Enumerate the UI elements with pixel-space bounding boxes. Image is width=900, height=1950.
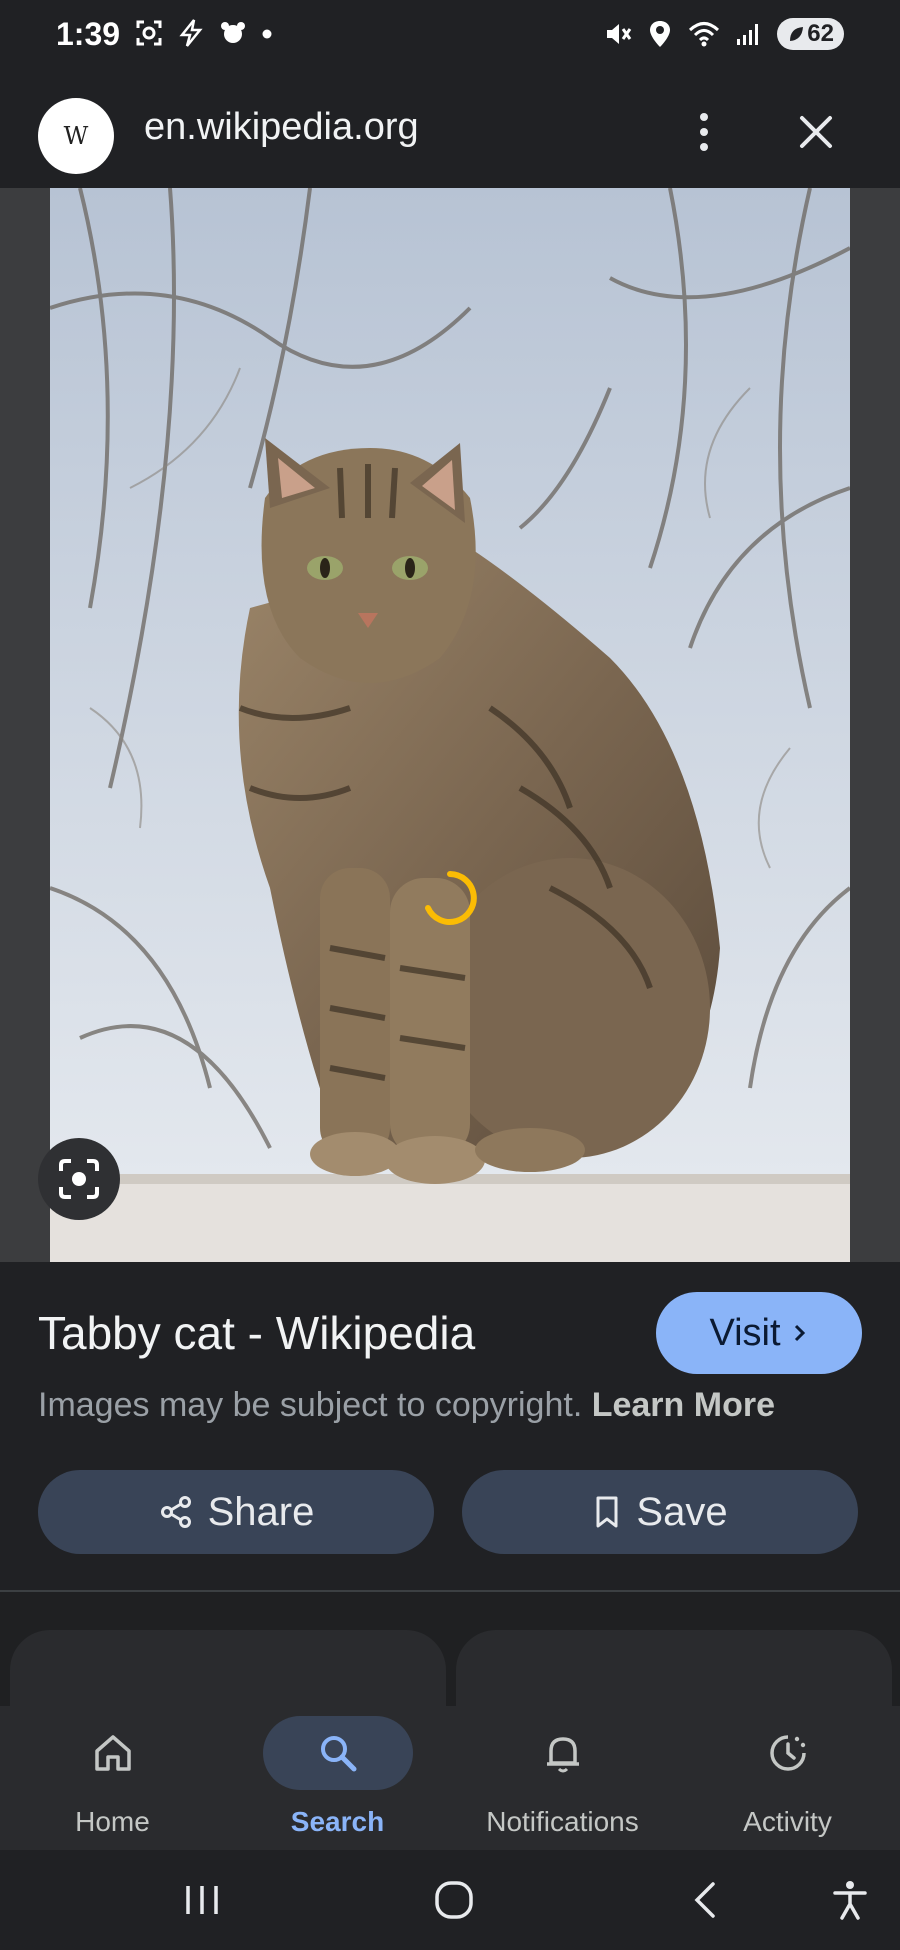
flash-icon xyxy=(179,19,203,47)
battery-indicator: 62 xyxy=(777,18,844,50)
recent-apps-icon xyxy=(186,1886,218,1914)
save-button[interactable]: Save xyxy=(462,1470,858,1554)
nav-activity-label: Activity xyxy=(743,1806,832,1837)
status-bar: 1:39 62 xyxy=(0,0,900,72)
bell-icon xyxy=(546,1737,579,1773)
visit-label: Visit xyxy=(709,1311,781,1354)
recent-apps-button[interactable] xyxy=(172,1870,232,1930)
lens-icon xyxy=(59,1159,99,1199)
related-card[interactable] xyxy=(456,1630,892,1710)
copyright-text: Images may be subject to copyright. xyxy=(38,1386,583,1424)
more-dot-icon xyxy=(700,143,708,151)
nav-notifications-label: Notifications xyxy=(486,1806,639,1837)
nav-activity[interactable]: Activity xyxy=(675,1706,900,1850)
nav-home-label: Home xyxy=(75,1806,150,1837)
status-time: 1:39 xyxy=(56,16,121,52)
image-preview-area[interactable] xyxy=(0,188,900,1262)
visit-button[interactable]: Visit xyxy=(656,1292,862,1374)
nav-search[interactable]: Search xyxy=(225,1706,450,1850)
more-dot-icon xyxy=(700,128,708,136)
learn-more-link[interactable]: Learn More xyxy=(592,1386,775,1424)
viewer-header: W en.wikipedia.org xyxy=(0,72,900,188)
result-info-panel: Tabby cat - Wikipedia Visit Images may b… xyxy=(0,1262,900,1592)
share-icon xyxy=(160,1496,191,1528)
system-navigation-bar xyxy=(0,1850,900,1950)
home-circle-icon xyxy=(435,1881,473,1919)
site-logo[interactable]: W xyxy=(38,98,114,174)
loading-spinner-icon xyxy=(425,871,477,925)
more-dot-icon xyxy=(700,113,708,121)
nav-notifications-icon-container xyxy=(488,1716,638,1790)
image-preview[interactable] xyxy=(50,188,850,1262)
screenshot-icon xyxy=(136,20,162,46)
nav-search-label: Search xyxy=(290,1806,385,1837)
copyright-notice: Images may be subject to copyright. Lear… xyxy=(38,1386,775,1425)
app-notification-icon xyxy=(221,22,245,43)
site-url[interactable]: en.wikipedia.org xyxy=(144,106,419,149)
divider xyxy=(0,1590,900,1592)
status-notification-icons xyxy=(134,18,274,48)
signal-icon xyxy=(737,24,759,45)
nav-search-icon-container xyxy=(262,1716,413,1790)
wifi-icon xyxy=(689,22,720,47)
mute-icon xyxy=(607,24,632,44)
related-card[interactable] xyxy=(10,1630,446,1710)
nav-home-icon-container xyxy=(38,1716,188,1790)
save-label: Save xyxy=(636,1489,728,1534)
search-icon xyxy=(320,1736,356,1772)
accessibility-icon xyxy=(833,1881,867,1920)
page-title[interactable]: Tabby cat - Wikipedia xyxy=(38,1306,475,1360)
dot-icon xyxy=(262,29,272,39)
nav-activity-icon-container xyxy=(713,1716,863,1790)
share-label: Share xyxy=(207,1489,315,1534)
chevron-right-icon xyxy=(794,1324,805,1342)
battery-level: 62 xyxy=(807,20,834,47)
share-button[interactable]: Share xyxy=(38,1470,434,1554)
lens-search-button[interactable] xyxy=(38,1138,120,1220)
back-icon xyxy=(694,1882,715,1918)
bookmark-icon xyxy=(596,1496,618,1528)
location-icon xyxy=(650,21,671,47)
status-system-icons: 62 xyxy=(603,18,844,50)
nav-notifications[interactable]: Notifications xyxy=(450,1706,675,1850)
accessibility-button[interactable] xyxy=(820,1870,880,1930)
activity-icon xyxy=(769,1735,806,1771)
home-icon xyxy=(94,1735,131,1771)
battery-saver-icon xyxy=(790,27,804,41)
home-system-button[interactable] xyxy=(424,1870,484,1930)
close-icon[interactable] xyxy=(790,106,842,158)
nav-home[interactable]: Home xyxy=(0,1706,225,1850)
bottom-navigation: Home Search Notifications Activity xyxy=(0,1706,900,1850)
tabby-cat-image xyxy=(50,188,850,1262)
back-button[interactable] xyxy=(676,1870,736,1930)
more-options-button[interactable] xyxy=(686,102,722,162)
